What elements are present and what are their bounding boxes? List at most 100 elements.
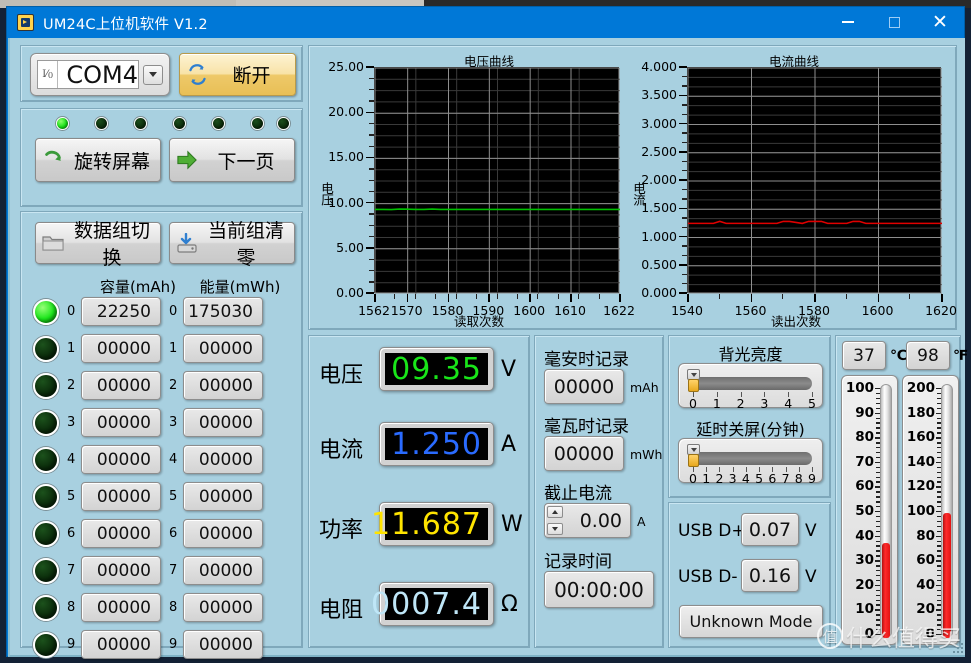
screen-off-slider-track[interactable]: [691, 452, 812, 465]
capacity-value-0: 22250: [81, 297, 161, 326]
backlight-slider-track[interactable]: [691, 377, 812, 390]
group-led-4: [33, 447, 59, 473]
cutoff-current-stepper[interactable]: [547, 506, 563, 535]
status-led-3: [173, 117, 186, 130]
y-major-tick: [679, 94, 687, 97]
celsius-mercury: [882, 542, 890, 638]
voltage-y-axis-label: 电压: [319, 182, 334, 205]
screen-off-title: 延时关屏(分钟): [696, 420, 805, 439]
thermo-tick-label: 180: [906, 404, 935, 421]
current-plot-area[interactable]: [687, 67, 942, 294]
mwh-record-value: 00000: [544, 436, 624, 471]
chevron-down-icon[interactable]: [143, 64, 163, 85]
celsius-value: 37: [842, 341, 886, 370]
y-tick-mark: [369, 236, 374, 238]
stepper-up[interactable]: [547, 506, 563, 518]
screen-off-slider[interactable]: 0123456789: [678, 438, 823, 486]
thermo-tick-label: 20: [855, 576, 874, 593]
current-readout: 1.250: [379, 422, 494, 466]
x-major-tick: [570, 294, 572, 302]
fahrenheit-thermometer: 200 180 160 140 120 100 80 60 40 20 0: [902, 375, 959, 645]
voltage-readout: 09.35: [379, 347, 494, 391]
thermo-tick-label: 30: [855, 552, 874, 569]
energy-value-1: 00000: [183, 334, 263, 363]
energy-index-7: 7: [169, 563, 178, 578]
celsius-thermometer: 100 90 80 70 60 50 40 30 20 10 0: [841, 375, 898, 645]
x-major-tick: [619, 294, 621, 302]
disconnect-label: 断开: [232, 65, 271, 87]
resize-grip[interactable]: [951, 641, 963, 653]
capacity-value-2: 00000: [81, 371, 161, 400]
y-tick-mark: [682, 75, 687, 78]
x-tick-mark: [516, 294, 518, 299]
slider-tick-label: 5: [755, 471, 764, 486]
thermo-tick-label: 80: [855, 429, 874, 446]
refresh-icon: [180, 64, 214, 85]
capacity-index-5: 5: [67, 489, 76, 504]
clear-group-button[interactable]: 当前组清零: [169, 220, 295, 269]
current-unit: A: [501, 432, 517, 457]
status-led-0: [56, 117, 69, 130]
group-led-0: [33, 299, 59, 325]
thermo-tick-label: 200: [906, 380, 935, 396]
y-major-tick: [679, 207, 687, 210]
y-tick-mark: [369, 134, 374, 136]
energy-value-9: 00000: [183, 630, 263, 659]
y-tick-label: 3.500: [641, 87, 677, 103]
recording-panel: 毫安时记录 00000 mAh 毫瓦时记录 00000 mWh 截止电流 0.0…: [534, 335, 664, 648]
stepper-down[interactable]: [547, 523, 563, 535]
y-tick-mark: [369, 123, 374, 125]
minimize-button[interactable]: [825, 7, 871, 37]
y-tick-mark: [369, 179, 374, 181]
y-tick-label: 25.00: [328, 59, 364, 74]
cutoff-current-label: 截止电流: [544, 484, 612, 504]
thermo-tick-label: 0: [925, 626, 935, 642]
y-major-tick: [366, 247, 374, 249]
usb-dplus-value: 0.07: [741, 513, 799, 546]
slider-tick-label: 8: [794, 471, 803, 486]
y-tick-label: 2.500: [641, 143, 677, 159]
x-tick-mark: [598, 294, 600, 299]
backlight-slider[interactable]: 012345: [678, 363, 823, 411]
x-tick-label: 1620: [925, 303, 957, 318]
thermo-tick-label: 100: [845, 380, 874, 396]
usb-mode-button[interactable]: Unknown Mode: [679, 605, 823, 638]
next-page-button[interactable]: 下一页: [169, 138, 295, 182]
y-tick-mark: [682, 254, 687, 257]
group-led-6: [33, 521, 59, 547]
slider-tick-label: 0: [689, 396, 697, 411]
thermo-tick-label: 0: [864, 626, 874, 642]
switch-group-button[interactable]: 数据组切换: [35, 220, 161, 269]
group-led-3: [33, 410, 59, 436]
x-tick-label: 1600: [861, 303, 894, 318]
data-group-panel: 数据组切换 当前组清零 容量(mAh) 能量(mWh) 0 22250 0 17503…: [20, 211, 303, 659]
x-tick-label: 1560: [734, 303, 767, 318]
y-tick-label: 15.00: [328, 149, 364, 165]
x-tick-mark: [476, 294, 478, 299]
thermo-tick-label: 20: [916, 601, 935, 618]
screen-control-panel: 旋转屏幕 下一页: [20, 108, 303, 207]
com-port-select[interactable]: I⁄ 0 COM4: [30, 53, 170, 96]
capacity-header: 容量(mAh): [99, 278, 177, 296]
capacity-value-8: 00000: [81, 593, 161, 622]
capacity-index-4: 4: [67, 452, 76, 467]
resistance-readout: 0007.4: [371, 582, 494, 626]
resistance-value: 0007.4: [371, 587, 488, 622]
rotate-screen-button[interactable]: 旋转屏幕: [35, 138, 161, 182]
y-tick-label: 0.00: [336, 285, 364, 300]
capacity-value-1: 00000: [81, 334, 161, 363]
x-tick-label: 1570: [390, 303, 423, 318]
energy-index-0: 0: [169, 304, 178, 319]
y-major-tick: [366, 201, 374, 204]
maximize-button[interactable]: [871, 7, 917, 37]
com-port-field[interactable]: I⁄ 0 COM4: [37, 60, 139, 89]
voltage-label: 电压: [319, 363, 364, 388]
switch-group-label: 数据组切换: [73, 220, 150, 269]
celsius-unit: ℃: [890, 348, 907, 364]
disconnect-button[interactable]: 断开: [179, 53, 296, 96]
y-tick-mark: [369, 190, 374, 193]
y-tick-mark: [369, 213, 374, 215]
voltage-plot-area[interactable]: [374, 67, 620, 294]
thermo-tick-label: 100: [906, 503, 935, 519]
close-button[interactable]: ✕: [917, 7, 963, 37]
